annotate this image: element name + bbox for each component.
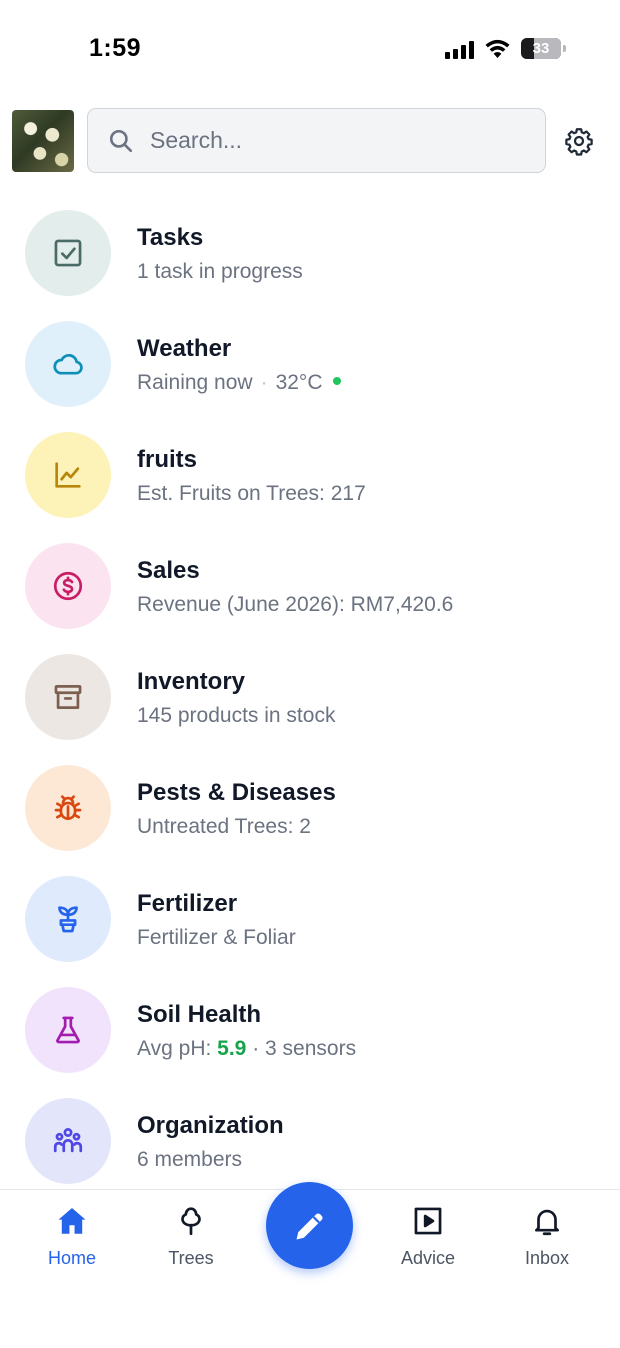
soil-icon-circle [25,987,111,1073]
search-bar[interactable] [87,108,546,173]
battery-cap [563,45,566,52]
menu-title: Weather [137,335,232,362]
menu-title: Fertilizer [137,890,238,917]
gear-icon[interactable] [564,126,594,156]
menu-title: Pests & Diseases [137,779,336,806]
sensor-count: · 3 sensors [246,1037,357,1060]
nav-label: Inbox [524,1248,570,1268]
menu-title: fruits [137,446,197,473]
archive-box-icon [54,685,82,709]
menu-item-pests[interactable]: Pests & Diseases Untreated Trees: 2 [0,763,620,874]
battery-percent: 33 [532,40,550,57]
tasks-icon-circle [25,210,111,296]
menu-item-inventory[interactable]: Inventory 145 products in stock [0,652,620,763]
chart-line-icon [55,462,81,488]
weather-icon-circle [25,321,111,407]
plant-pot-icon [58,906,78,933]
battery-indicator: 33 [521,38,561,59]
ph-label: Avg pH: [137,1037,218,1060]
menu-subtitle: 6 members [137,1148,243,1171]
search-icon [109,129,133,152]
menu-subtitle: Untreated Trees: 2 [137,815,311,838]
menu-subtitle: Revenue (June 2026): RM7,420.6 [137,593,454,616]
menu-subtitle: Raining now · 32°C [137,371,341,395]
fertilizer-icon-circle [25,876,111,962]
menu-subtitle: Fertilizer & Foliar [137,926,296,949]
ph-value: 5.9 [217,1037,247,1060]
bug-icon [54,795,82,820]
people-group-icon [53,1128,83,1153]
bottom-nav: Home Trees Advice Inbox [0,1182,620,1348]
menu-title: Organization [137,1112,284,1139]
menu-title: Soil Health [137,1001,262,1028]
checkbox-icon [54,239,82,267]
nav-advice[interactable]: Advice [378,1204,478,1269]
home-icon [58,1207,86,1234]
menu-subtitle: 145 products in stock [137,704,336,727]
inventory-icon-circle [25,654,111,740]
menu-subtitle: 1 task in progress [137,260,303,283]
temperature: 32°C [275,371,323,394]
menu-item-tasks[interactable]: Tasks 1 task in progress [0,208,620,319]
pests-icon-circle [25,765,111,851]
wifi-icon [485,39,510,58]
compose-button[interactable] [266,1182,353,1269]
nav-inbox[interactable]: Inbox [497,1204,597,1269]
fruits-icon-circle [25,432,111,518]
menu-title: Tasks [137,224,204,251]
cloud-icon [53,353,83,375]
menu-item-soil-health[interactable]: Soil Health Avg pH: 5.9 · 3 sensors [0,985,620,1096]
play-square-icon [414,1207,442,1235]
farm-avatar[interactable] [12,110,74,172]
menu-title: Sales [137,557,200,584]
flask-icon [56,1016,80,1044]
bell-icon [535,1209,559,1236]
status-bar: 1:59 33 [0,0,620,100]
weather-condition: Raining now [137,371,253,394]
tree-icon [181,1207,201,1236]
pencil-icon [296,1212,323,1239]
menu-item-sales[interactable]: Sales Revenue (June 2026): RM7,420.6 [0,541,620,652]
live-status-dot [332,377,341,386]
sales-icon-circle [25,543,111,629]
nav-label: Trees [168,1248,214,1268]
header [0,108,620,174]
menu-subtitle: Avg pH: 5.9 · 3 sensors [137,1037,356,1061]
menu-item-fruits[interactable]: fruits Est. Fruits on Trees: 217 [0,430,620,541]
status-icons: 33 [445,38,566,59]
nav-label: Advice [400,1248,456,1268]
menu-item-weather[interactable]: Weather Raining now · 32°C [0,319,620,430]
organization-icon-circle [25,1098,111,1184]
menu-item-fertilizer[interactable]: Fertilizer Fertilizer & Foliar [0,874,620,985]
nav-home[interactable]: Home [22,1204,122,1269]
separator: · [260,371,268,394]
menu-title: Inventory [137,668,246,695]
module-list: Tasks 1 task in progress Weather Raining… [0,208,620,1207]
nav-label: Home [47,1248,96,1268]
nav-trees[interactable]: Trees [141,1204,241,1269]
cellular-signal-icon [445,39,474,59]
menu-subtitle: Est. Fruits on Trees: 217 [137,482,366,505]
status-time: 1:59 [89,34,142,62]
dollar-circle-icon [53,571,83,601]
search-input[interactable] [150,127,510,154]
